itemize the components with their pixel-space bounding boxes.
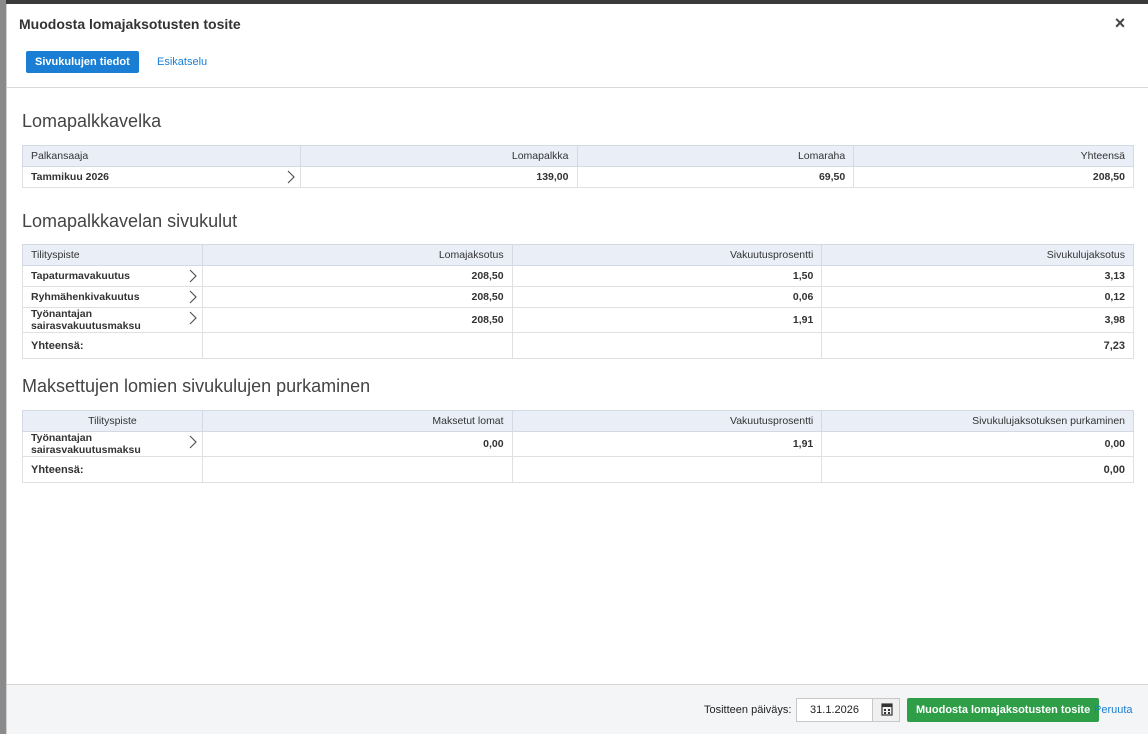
- table-cell: [511, 332, 823, 359]
- table-row[interactable]: Tammikuu 2026 139,00 69,50 208,50: [22, 166, 1134, 188]
- column-header: Maksetut lomat: [201, 410, 513, 432]
- close-icon[interactable]: ×: [1112, 14, 1128, 32]
- column-header: Lomaraha: [576, 145, 855, 167]
- row-label-text: Työnantajan sairasvakuutusmaksu: [31, 432, 141, 456]
- table-cell: 1,91: [511, 307, 823, 333]
- total-row: Yhteensä: 7,23: [22, 332, 1134, 359]
- table-row[interactable]: Työnantajan sairasvakuutusmaksu 0,00 1,9…: [22, 431, 1134, 457]
- cancel-link[interactable]: Peruuta: [1094, 704, 1133, 716]
- total-label: Yhteensä:: [22, 456, 203, 483]
- table-cell: 69,50: [576, 166, 855, 188]
- create-voucher-button[interactable]: Muodosta lomajaksotusten tosite: [907, 698, 1100, 722]
- section-title-lomapalkkavelka: Lomapalkkavelka: [22, 111, 162, 131]
- row-label[interactable]: Tapaturmavakuutus: [22, 265, 203, 287]
- row-label[interactable]: Tammikuu 2026: [22, 166, 301, 188]
- total-value: 7,23: [821, 332, 1134, 359]
- tab-esikatselu[interactable]: Esikatselu: [157, 51, 207, 73]
- table-cell: 0,00: [201, 431, 513, 457]
- table-cell: 0,00: [821, 431, 1134, 457]
- date-input[interactable]: 31.1.2026: [796, 698, 872, 722]
- column-header: Vakuutusprosentti: [511, 410, 823, 432]
- table-cell: [201, 456, 513, 483]
- dialog-footer: Tositteen päiväys: 31.1.2026 Muodosta lo…: [7, 684, 1148, 734]
- chevron-right-icon[interactable]: [188, 311, 198, 325]
- column-header: Lomajaksotus: [201, 244, 513, 266]
- table-row[interactable]: Työnantajan sairasvakuutusmaksu 208,50 1…: [22, 307, 1134, 333]
- column-header: Tilityspiste: [22, 244, 203, 266]
- table-cell: 208,50: [201, 265, 513, 287]
- section-title-sivukulut: Lomapalkkavelan sivukulut: [22, 211, 238, 231]
- table-row[interactable]: Tapaturmavakuutus 208,50 1,50 3,13: [22, 265, 1134, 287]
- column-header: Vakuutusprosentti: [511, 244, 823, 266]
- column-header: Lomapalkka: [299, 145, 578, 167]
- table-cell: 1,91: [511, 431, 823, 457]
- column-header: Sivukulujaksotuksen purkaminen: [821, 410, 1134, 432]
- purkaminen-table: Tilityspiste Maksetut lomat Vakuutuspros…: [22, 410, 1134, 483]
- row-label-text: Ryhmähenkivakuutus: [31, 291, 140, 303]
- table-cell: 208,50: [853, 166, 1134, 188]
- date-label: Tositteen päiväys:: [704, 704, 792, 716]
- section-title-purkaminen: Maksettujen lomien sivukulujen purkamine…: [22, 376, 371, 396]
- row-label[interactable]: Työnantajan sairasvakuutusmaksu: [22, 431, 203, 457]
- tab-sivukulujen-tiedot[interactable]: Sivukulujen tiedot: [26, 51, 139, 73]
- lomapalkkavelka-table: Palkansaaja Lomapalkka Lomaraha Yhteensä…: [22, 145, 1134, 188]
- column-header: Palkansaaja: [22, 145, 301, 167]
- row-label-text: Työnantajan sairasvakuutusmaksu: [31, 308, 141, 332]
- chevron-right-icon[interactable]: [286, 170, 296, 184]
- calendar-icon: [881, 703, 893, 716]
- table-cell: 1,50: [511, 265, 823, 287]
- table-cell: 139,00: [299, 166, 578, 188]
- row-label-text: Tammikuu 2026: [31, 171, 110, 183]
- column-header: Yhteensä: [853, 145, 1134, 167]
- chevron-right-icon[interactable]: [188, 269, 198, 283]
- table-cell: 208,50: [201, 286, 513, 308]
- table-cell: [511, 456, 823, 483]
- total-value: 0,00: [821, 456, 1134, 483]
- sivukulut-table: Tilityspiste Lomajaksotus Vakuutusprosen…: [22, 244, 1134, 359]
- table-row[interactable]: Ryhmähenkivakuutus 208,50 0,06 0,12: [22, 286, 1134, 308]
- total-label: Yhteensä:: [22, 332, 203, 359]
- row-label-text: Tapaturmavakuutus: [31, 270, 130, 282]
- table-cell: 3,13: [821, 265, 1134, 287]
- chevron-right-icon[interactable]: [188, 435, 198, 449]
- chevron-right-icon[interactable]: [188, 290, 198, 304]
- table-cell: [201, 332, 513, 359]
- column-header: Tilityspiste: [22, 410, 203, 432]
- row-label[interactable]: Ryhmähenkivakuutus: [22, 286, 203, 308]
- dialog-content: Lomapalkkavelka Palkansaaja Lomapalkka L…: [7, 89, 1148, 683]
- table-cell: 208,50: [201, 307, 513, 333]
- table-cell: 0,12: [821, 286, 1134, 308]
- row-label[interactable]: Työnantajan sairasvakuutusmaksu: [22, 307, 203, 333]
- total-row: Yhteensä: 0,00: [22, 456, 1134, 483]
- dialog-header: Muodosta lomajaksotusten tosite × Sivuku…: [7, 4, 1148, 88]
- column-header: Sivukulujaksotus: [821, 244, 1134, 266]
- table-cell: 3,98: [821, 307, 1134, 333]
- voucher-dialog: Muodosta lomajaksotusten tosite × Sivuku…: [6, 4, 1148, 734]
- dialog-title: Muodosta lomajaksotusten tosite: [19, 16, 241, 32]
- calendar-button[interactable]: [872, 698, 900, 722]
- table-cell: 0,06: [511, 286, 823, 308]
